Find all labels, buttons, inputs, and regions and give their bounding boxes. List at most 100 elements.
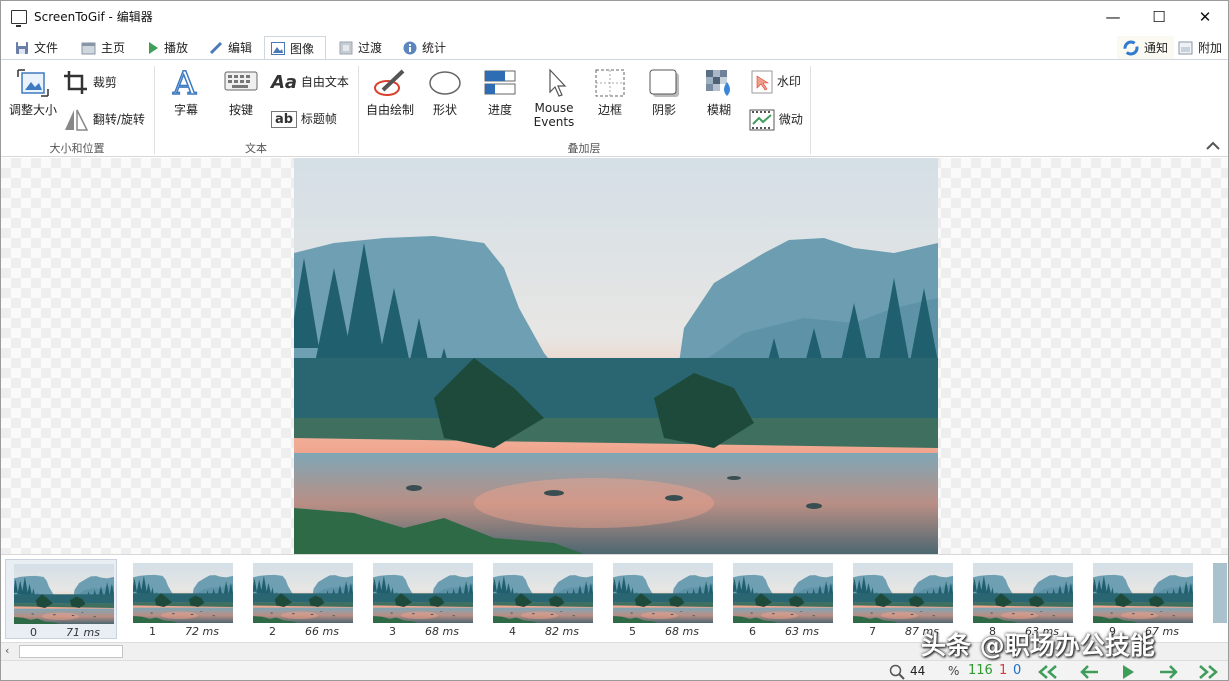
tab-home[interactable]: 主页 — [75, 36, 131, 59]
zoom-percent-label: % — [948, 664, 960, 678]
editor-window: ScreenToGif - 编辑器 — ☐ ✕ 文件 主页 播放 编辑 图像 过… — [0, 0, 1229, 681]
frame-number: 7 — [869, 625, 876, 638]
frame-item[interactable]: 2 66 ms — [245, 559, 357, 639]
frame-thumbnail — [493, 563, 593, 623]
thumbnail-image — [853, 563, 953, 623]
crop-label: 裁剪 — [92, 75, 117, 90]
keyboard-icon — [224, 71, 258, 91]
progress-button[interactable]: 进度 — [479, 68, 521, 118]
group-divider — [810, 66, 811, 154]
cursor-icon — [549, 68, 567, 97]
ellipse-shape-icon — [429, 71, 461, 95]
tab-edit-label: 编辑 — [228, 41, 253, 55]
resize-button[interactable]: 调整大小 — [5, 68, 61, 118]
obfuscate-button[interactable]: 模糊 — [697, 68, 741, 118]
free-text-button[interactable]: Aa 自由文本 — [271, 72, 349, 93]
shapes-button[interactable]: 形状 — [425, 68, 465, 118]
frame-item[interactable]: 4 82 ms — [485, 559, 597, 639]
scrollbar-thumb[interactable] — [19, 645, 123, 658]
notifications-button[interactable]: 通知 — [1117, 36, 1175, 59]
title-frame-button[interactable]: ab 标题帧 — [271, 110, 337, 128]
svg-text:A: A — [172, 66, 197, 98]
frame-thumbnail — [253, 563, 353, 623]
minimize-button[interactable]: — — [1090, 1, 1136, 32]
frame-number: 2 — [269, 625, 276, 638]
previous-frame-icon[interactable] — [1079, 665, 1099, 679]
tab-home-label: 主页 — [101, 41, 126, 55]
frame-thumbnail — [1093, 563, 1193, 623]
thumbnail-image — [133, 563, 233, 623]
overlay-watermark-text: 头条 @职场办公技能 — [921, 631, 1155, 660]
border-button[interactable]: 边框 — [589, 68, 631, 118]
frame-thumbnail — [613, 563, 713, 623]
zoom-magnifier-icon — [889, 664, 905, 680]
frame-item[interactable]: 5 68 ms — [605, 559, 717, 639]
next-frame-icon[interactable] — [1159, 665, 1179, 679]
keystrokes-button[interactable]: 按键 — [219, 68, 263, 118]
tab-file[interactable]: 文件 — [9, 36, 64, 59]
frame-item[interactable]: 3 68 ms — [365, 559, 477, 639]
frame-number: 6 — [749, 625, 756, 638]
transition-icon — [339, 41, 353, 54]
size-group-label: 大小和位置 — [49, 142, 105, 155]
frame-thumbnail — [14, 564, 114, 624]
caption-button[interactable]: A 字幕 — [163, 63, 209, 118]
thumbnail-image — [14, 564, 114, 624]
play-icon — [149, 41, 158, 54]
free-drawing-button[interactable]: 自由绘制 — [361, 68, 419, 118]
tab-playback[interactable]: 播放 — [141, 36, 194, 59]
tab-playback-label: 播放 — [164, 41, 189, 55]
collapse-ribbon-icon[interactable] — [1205, 140, 1221, 152]
status-bar: 44 % 116 1 0 — [1, 660, 1228, 680]
cinemagraph-button[interactable]: 微动 — [749, 108, 803, 132]
free-text-icon: Aa — [271, 72, 298, 93]
pixelate-icon — [706, 70, 730, 96]
extras-button[interactable]: 附加 — [1172, 36, 1228, 59]
home-icon — [81, 42, 96, 54]
crop-button[interactable]: 裁剪 — [63, 70, 117, 96]
crop-icon — [64, 71, 87, 94]
shadow-button[interactable]: 阴影 — [643, 68, 685, 118]
close-button[interactable]: ✕ — [1182, 1, 1228, 32]
tab-statistics[interactable]: 统计 — [397, 36, 452, 59]
extras-label: 附加 — [1198, 41, 1223, 55]
watermark-icon — [751, 70, 773, 94]
frame-delay: 63 ms — [785, 625, 819, 638]
frame-delay: 82 ms — [545, 625, 579, 638]
tab-transitions[interactable]: 过渡 — [333, 36, 388, 59]
last-frame-icon[interactable] — [1197, 665, 1219, 679]
tab-statistics-label: 统计 — [422, 41, 447, 55]
overlay-group-label: 叠加层 — [567, 142, 601, 155]
frame-number: 4 — [509, 625, 516, 638]
maximize-button[interactable]: ☐ — [1136, 1, 1182, 32]
progress-label: 进度 — [487, 103, 512, 117]
thumbnail-image — [493, 563, 593, 623]
frame-item[interactable]: 0 71 ms — [5, 559, 117, 639]
shadow-icon — [649, 69, 679, 97]
editor-canvas — [1, 158, 1228, 554]
caption-label: 字幕 — [173, 103, 198, 117]
attach-window-icon — [1178, 41, 1193, 54]
window-title: ScreenToGif - 编辑器 — [34, 10, 153, 24]
mouse-events-button[interactable]: Mouse Events — [529, 68, 579, 129]
frame-delay: 71 ms — [66, 626, 100, 639]
watermark-button[interactable]: 水印 — [751, 70, 801, 94]
frame-item[interactable]: 1 72 ms — [125, 559, 237, 639]
frame-item[interactable]: 6 63 ms — [725, 559, 837, 639]
tab-edit[interactable]: 编辑 — [203, 36, 258, 59]
refresh-icon — [1123, 40, 1139, 55]
mouse-events-label-2: Events — [533, 115, 575, 129]
play-preview-icon[interactable] — [1121, 664, 1135, 680]
title-bar: ScreenToGif - 编辑器 — [1, 1, 1228, 32]
title-frame-icon: ab — [271, 111, 298, 128]
scroll-left-arrow-icon[interactable]: ‹ — [5, 644, 9, 657]
zoom-value-input[interactable]: 44 — [910, 664, 925, 678]
pencil-icon — [209, 41, 223, 54]
tab-image[interactable]: 图像 — [264, 36, 326, 60]
frame-thumbnail — [373, 563, 473, 623]
current-frame-index: 0 — [1013, 663, 1022, 678]
flip-rotate-button[interactable]: 翻转/旋转 — [63, 108, 145, 132]
frame-thumbnail — [733, 563, 833, 623]
first-frame-icon[interactable] — [1037, 665, 1059, 679]
thumbnail-image — [613, 563, 713, 623]
